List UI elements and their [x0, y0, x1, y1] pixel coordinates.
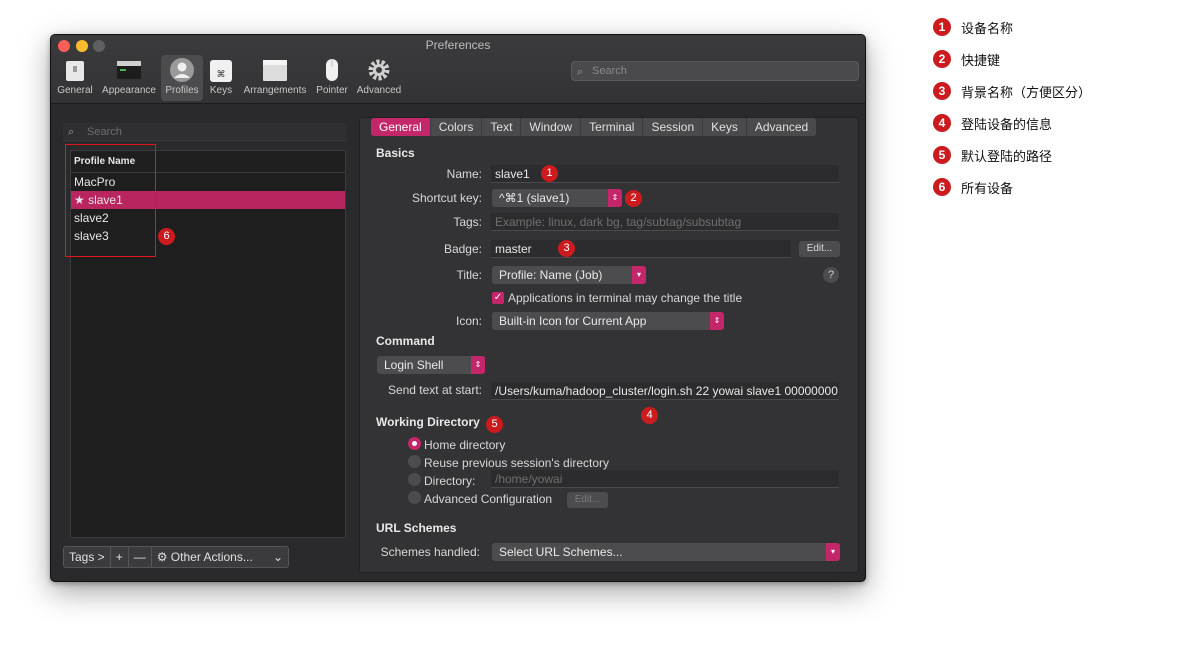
badge-field[interactable]: master	[491, 240, 791, 258]
name-label: Name:	[446, 167, 482, 181]
add-profile-button[interactable]: +	[111, 547, 129, 567]
tags-label: Tags:	[453, 215, 482, 229]
toolbar-profiles[interactable]: Profiles	[161, 55, 203, 101]
annotation-badge-5: 5	[486, 416, 503, 433]
legend-item: 3 背景名称（方便区分）	[933, 81, 1091, 101]
icon-popup[interactable]: Built-in Icon for Current App ⇕	[492, 312, 724, 330]
command-popup[interactable]: Login Shell ⇕	[377, 356, 485, 374]
toolbar-pointer[interactable]: Pointer	[313, 55, 351, 101]
shortcut-label: Shortcut key:	[411, 191, 482, 205]
toolbar-general[interactable]: General	[57, 55, 93, 101]
settings-tabs: General Colors Text Window Terminal Sess…	[371, 118, 817, 136]
home-directory-radio[interactable]	[408, 437, 421, 450]
schemes-label: Schemes handled:	[380, 545, 480, 559]
directory-label: Directory:	[424, 474, 476, 488]
window-title: Preferences	[425, 38, 491, 52]
profile-settings-pane: General Colors Text Window Terminal Sess…	[359, 117, 859, 573]
reuse-directory-label: Reuse previous session's directory	[424, 456, 610, 470]
command-heading: Command	[376, 334, 435, 348]
schemes-popup[interactable]: Select URL Schemes... ▾	[492, 543, 840, 561]
profile-actions-bar: Tags > + — ⚙ Other Actions... ⌄	[63, 546, 289, 568]
icon-label: Icon:	[455, 314, 482, 328]
toolbar-appearance[interactable]: Appearance	[98, 55, 160, 101]
title-checkbox[interactable]: ✓	[492, 292, 504, 304]
annotation-badge-1: 1	[541, 165, 558, 182]
appearance-icon	[117, 61, 141, 79]
send-text-label: Send text at start:	[387, 383, 482, 397]
tab-advanced[interactable]: Advanced	[747, 118, 816, 136]
title-label: Title:	[456, 268, 482, 282]
legend-item: 5 默认登陆的路径	[933, 145, 1052, 165]
tab-text[interactable]: Text	[482, 118, 522, 136]
title-checkbox-label: Applications in terminal may change the …	[508, 291, 743, 305]
directory-field[interactable]: /home/yowai	[491, 470, 839, 488]
pointer-icon	[326, 59, 338, 81]
legend-item: 4 登陆设备的信息	[933, 113, 1052, 133]
profile-search-input[interactable]: ⌕ Search	[63, 123, 346, 141]
general-icon	[66, 61, 84, 81]
directory-radio[interactable]	[408, 473, 421, 486]
badge-edit-button[interactable]: Edit...	[799, 241, 840, 257]
annotation-badge-2: 2	[625, 190, 642, 207]
toolbar: Preferences General Appearance Profiles	[51, 35, 865, 104]
updown-arrows-icon: ⇕	[710, 312, 724, 330]
toolbar-advanced[interactable]: Advanced	[353, 55, 405, 101]
title-popup[interactable]: Profile: Name (Job) ▾	[492, 266, 646, 284]
shortcut-key-popup[interactable]: ^⌘1 (slave1) ⇕	[492, 189, 622, 207]
send-text-field[interactable]: /Users/kuma/hadoop_cluster/login.sh 22 y…	[491, 382, 839, 400]
badge-label: Badge:	[443, 242, 482, 256]
arrangements-icon	[263, 60, 287, 81]
annotation-badge-3: 3	[558, 240, 575, 257]
updown-arrows-icon: ⇕	[471, 356, 485, 374]
advanced-config-edit-button[interactable]: Edit...	[567, 492, 608, 508]
advanced-config-label: Advanced Configuration	[424, 492, 553, 506]
legend-item: 2 快捷键	[933, 49, 1000, 69]
search-icon: ⌕	[577, 66, 584, 78]
working-directory-heading: Working Directory	[376, 415, 480, 429]
tab-general[interactable]: General	[371, 118, 431, 136]
legend-item: 6 所有设备	[933, 177, 1013, 197]
tab-colors[interactable]: Colors	[431, 118, 483, 136]
gear-icon	[368, 59, 390, 81]
other-actions-button[interactable]: ⚙ Other Actions... ⌄	[152, 547, 288, 567]
home-directory-label: Home directory	[424, 438, 506, 452]
updown-arrows-icon: ⇕	[608, 189, 622, 207]
chevron-down-icon: ⌄	[272, 550, 283, 564]
help-button[interactable]: ?	[823, 267, 839, 283]
basics-heading: Basics	[376, 146, 415, 160]
toolbar-keys[interactable]: ⌘ Keys	[205, 55, 237, 101]
url-schemes-heading: URL Schemes	[376, 521, 457, 535]
tags-field[interactable]: Example: linux, dark bg, tag/subtag/subs…	[491, 213, 839, 231]
annotation-box-profiles	[65, 144, 156, 257]
reuse-directory-radio[interactable]	[408, 455, 421, 468]
svg-text:⌘: ⌘	[217, 70, 226, 80]
legend-item: 1 设备名称	[933, 17, 1013, 37]
tab-window[interactable]: Window	[521, 118, 582, 136]
advanced-config-radio[interactable]	[408, 491, 421, 504]
toolbar-arrangements[interactable]: Arrangements	[239, 55, 311, 101]
keys-icon: ⌘	[210, 60, 232, 82]
remove-profile-button[interactable]: —	[129, 547, 152, 567]
preferences-window: Preferences General Appearance Profiles	[50, 34, 866, 582]
tab-session[interactable]: Session	[643, 118, 704, 136]
tab-terminal[interactable]: Terminal	[581, 118, 644, 136]
search-icon: ⌕	[68, 126, 75, 138]
tags-button[interactable]: Tags >	[64, 547, 111, 567]
chevron-down-icon: ▾	[632, 266, 646, 284]
chevron-down-icon: ▾	[826, 543, 840, 561]
tab-keys[interactable]: Keys	[703, 118, 747, 136]
profiles-icon	[170, 58, 194, 82]
annotation-badge-4: 4	[641, 407, 658, 424]
annotation-badge-6: 6	[158, 228, 175, 245]
search-input[interactable]: ⌕ Search	[571, 61, 859, 81]
